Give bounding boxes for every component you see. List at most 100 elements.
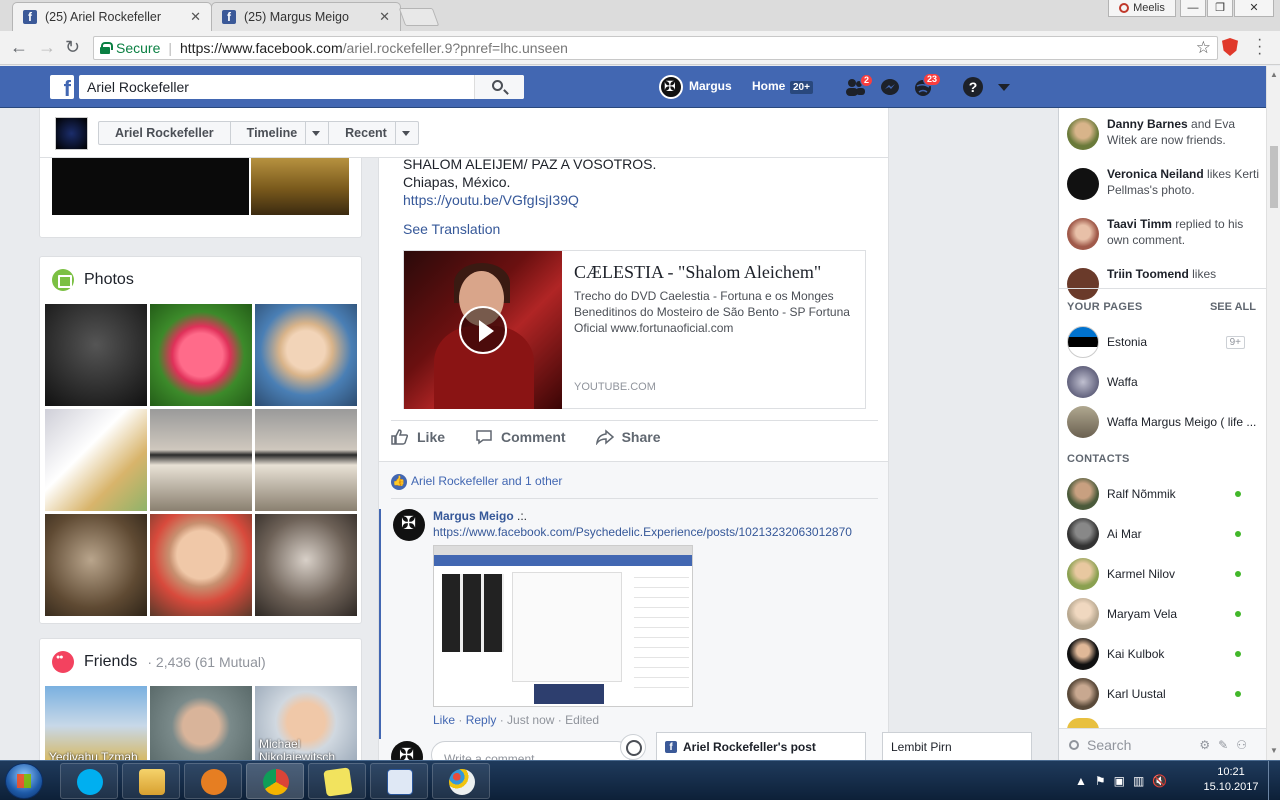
nav-user-name[interactable]: Margus xyxy=(689,79,732,93)
link-title[interactable]: CÆLESTIA - "Shalom Aleichem" xyxy=(574,262,821,283)
see-all-link[interactable]: SEE ALL xyxy=(1210,301,1256,313)
show-desktop-button[interactable] xyxy=(1268,761,1280,800)
timeline-button[interactable]: Timeline xyxy=(231,122,330,144)
play-icon[interactable] xyxy=(459,306,507,354)
see-translation-link[interactable]: See Translation xyxy=(403,220,500,238)
comment-link[interactable]: https://www.facebook.com/Psychedelic.Exp… xyxy=(433,525,852,539)
photo-thumb[interactable] xyxy=(255,514,357,616)
comment-time[interactable]: Just now xyxy=(507,713,554,727)
friends-heading[interactable]: Friends · 2,436 (61 Mutual) xyxy=(52,651,266,673)
comment-attached-screenshot[interactable] xyxy=(433,545,693,707)
online-status-icon xyxy=(1235,531,1241,537)
comment-input[interactable]: Write a comment xyxy=(431,741,631,760)
page-scrollbar[interactable]: ▲ ▼ xyxy=(1266,66,1280,760)
profile-name-button[interactable]: Ariel Rockefeller xyxy=(99,122,231,144)
account-menu-icon[interactable] xyxy=(998,84,1010,91)
profile-name: Ariel Rockefeller xyxy=(115,126,214,140)
scroll-up-icon[interactable]: ▲ xyxy=(1270,70,1278,79)
recent-button[interactable]: Recent xyxy=(329,122,418,144)
new-tab-button[interactable] xyxy=(398,8,440,26)
chat-globe-icon[interactable] xyxy=(620,734,646,760)
messenger-icon[interactable] xyxy=(879,77,901,97)
chat-search-input[interactable]: Search ⚙✎⚇ xyxy=(1059,728,1266,760)
photo-thumb[interactable] xyxy=(150,304,252,406)
photo-thumb[interactable] xyxy=(255,409,357,511)
file-explorer-icon xyxy=(139,769,165,795)
scroll-down-icon[interactable]: ▼ xyxy=(1270,746,1278,755)
page-item[interactable]: Waffa xyxy=(1067,366,1257,398)
friend-tile[interactable]: Yedivahu Tzmah xyxy=(45,686,147,760)
photo-thumb[interactable] xyxy=(150,514,252,616)
profile-thumbnail[interactable] xyxy=(55,117,88,150)
scroll-thumb[interactable] xyxy=(1270,146,1278,208)
browser-tab[interactable]: f (25) Margus Meigo ✕ xyxy=(211,2,401,31)
search-button[interactable] xyxy=(474,75,524,99)
photo-thumb[interactable] xyxy=(251,149,349,215)
page-item[interactable]: Estonia 9+ xyxy=(1067,326,1257,358)
reactions-summary[interactable]: 👍 Ariel Rockefeller and 1 other xyxy=(391,474,562,490)
nav-home[interactable]: Home xyxy=(752,79,785,93)
taskbar-app[interactable] xyxy=(184,763,242,799)
maximize-button[interactable]: ❐ xyxy=(1207,0,1233,17)
photo-thumb[interactable] xyxy=(52,149,249,215)
contact-item[interactable]: Maryam Vela xyxy=(1067,598,1257,630)
taskbar-app[interactable] xyxy=(432,763,490,799)
like-button[interactable]: Like xyxy=(391,429,445,445)
photo-thumb[interactable] xyxy=(255,304,357,406)
link-preview-card[interactable]: CÆLESTIA - "Shalom Aleichem" Trecho do D… xyxy=(403,250,866,409)
contact-item[interactable]: Karmel Nilov xyxy=(1067,558,1257,590)
chat-tab-post[interactable]: f Ariel Rockefeller's post xyxy=(656,732,866,760)
close-tab-icon[interactable]: ✕ xyxy=(190,9,201,25)
bookmark-star-icon[interactable]: ☆ xyxy=(1196,38,1211,58)
profile-button[interactable]: Meelis xyxy=(1108,0,1176,17)
start-button[interactable] xyxy=(5,763,43,799)
friend-tile[interactable] xyxy=(150,686,252,760)
user-avatar[interactable] xyxy=(659,75,683,99)
taskbar-app[interactable] xyxy=(308,763,366,799)
photo-thumb[interactable] xyxy=(45,514,147,616)
taskbar-app[interactable] xyxy=(60,763,118,799)
chat-tab-contact[interactable]: Lembit Pirn xyxy=(882,732,1032,760)
taskbar-app-active[interactable] xyxy=(246,763,304,799)
contact-item[interactable]: Kai Kulbok xyxy=(1067,638,1257,670)
close-window-button[interactable]: ✕ xyxy=(1234,0,1274,17)
address-bar[interactable]: Secure | https://www.facebook.com/ariel.… xyxy=(93,36,1218,60)
online-status-icon xyxy=(1235,691,1241,697)
video-thumbnail[interactable] xyxy=(404,251,562,409)
facebook-logo-icon[interactable]: f xyxy=(50,75,74,99)
comment-edited[interactable]: Edited xyxy=(565,713,599,727)
chat-options-icons[interactable]: ⚙✎⚇ xyxy=(1199,738,1255,752)
contact-item[interactable]: Ai Mar xyxy=(1067,518,1257,550)
commenter-avatar[interactable] xyxy=(393,509,425,541)
contact-item[interactable]: Ralf Nõmmik xyxy=(1067,478,1257,510)
share-button[interactable]: Share xyxy=(595,429,661,445)
system-clock[interactable]: 10:21 15.10.2017 xyxy=(1196,765,1266,795)
system-tray-icons[interactable]: ▲⚑▣▥🔇 xyxy=(1075,774,1175,788)
help-icon[interactable]: ? xyxy=(963,77,983,97)
post-link[interactable]: https://youtu.be/VGfgIsjI39Q xyxy=(403,191,656,209)
contact-item[interactable]: Karl Uustal xyxy=(1067,678,1257,710)
forward-icon[interactable]: → xyxy=(38,37,56,58)
browser-menu-icon[interactable]: · · · xyxy=(1257,32,1262,62)
photo-thumb[interactable] xyxy=(45,409,147,511)
comment-author[interactable]: Margus Meigo xyxy=(433,509,514,523)
taskbar-app[interactable] xyxy=(122,763,180,799)
comment-reply-link[interactable]: Reply xyxy=(466,713,497,727)
back-icon[interactable]: ← xyxy=(10,37,28,58)
facebook-search-input[interactable]: Ariel Rockefeller xyxy=(79,75,524,99)
photos-heading[interactable]: Photos xyxy=(52,269,134,291)
reload-icon[interactable]: ↻ xyxy=(65,37,80,58)
page-item[interactable]: Waffa Margus Meigo ( life ... xyxy=(1067,406,1257,438)
comment-like-link[interactable]: Like xyxy=(433,713,455,727)
taskbar-app[interactable] xyxy=(370,763,428,799)
friend-tile[interactable]: Michael Nikolajewitsch xyxy=(255,686,357,760)
online-status-icon xyxy=(1235,491,1241,497)
friend-name: Yedivahu Tzmah xyxy=(49,750,138,760)
photo-thumb[interactable] xyxy=(45,304,147,406)
browser-tab-active[interactable]: f (25) Ariel Rockefeller ✕ xyxy=(12,2,212,31)
minimize-button[interactable]: — xyxy=(1180,0,1206,17)
comment-button[interactable]: Comment xyxy=(475,429,566,445)
close-tab-icon[interactable]: ✕ xyxy=(379,9,390,25)
ticker-name: Veronica Neiland xyxy=(1107,167,1204,181)
photo-thumb[interactable] xyxy=(150,409,252,511)
